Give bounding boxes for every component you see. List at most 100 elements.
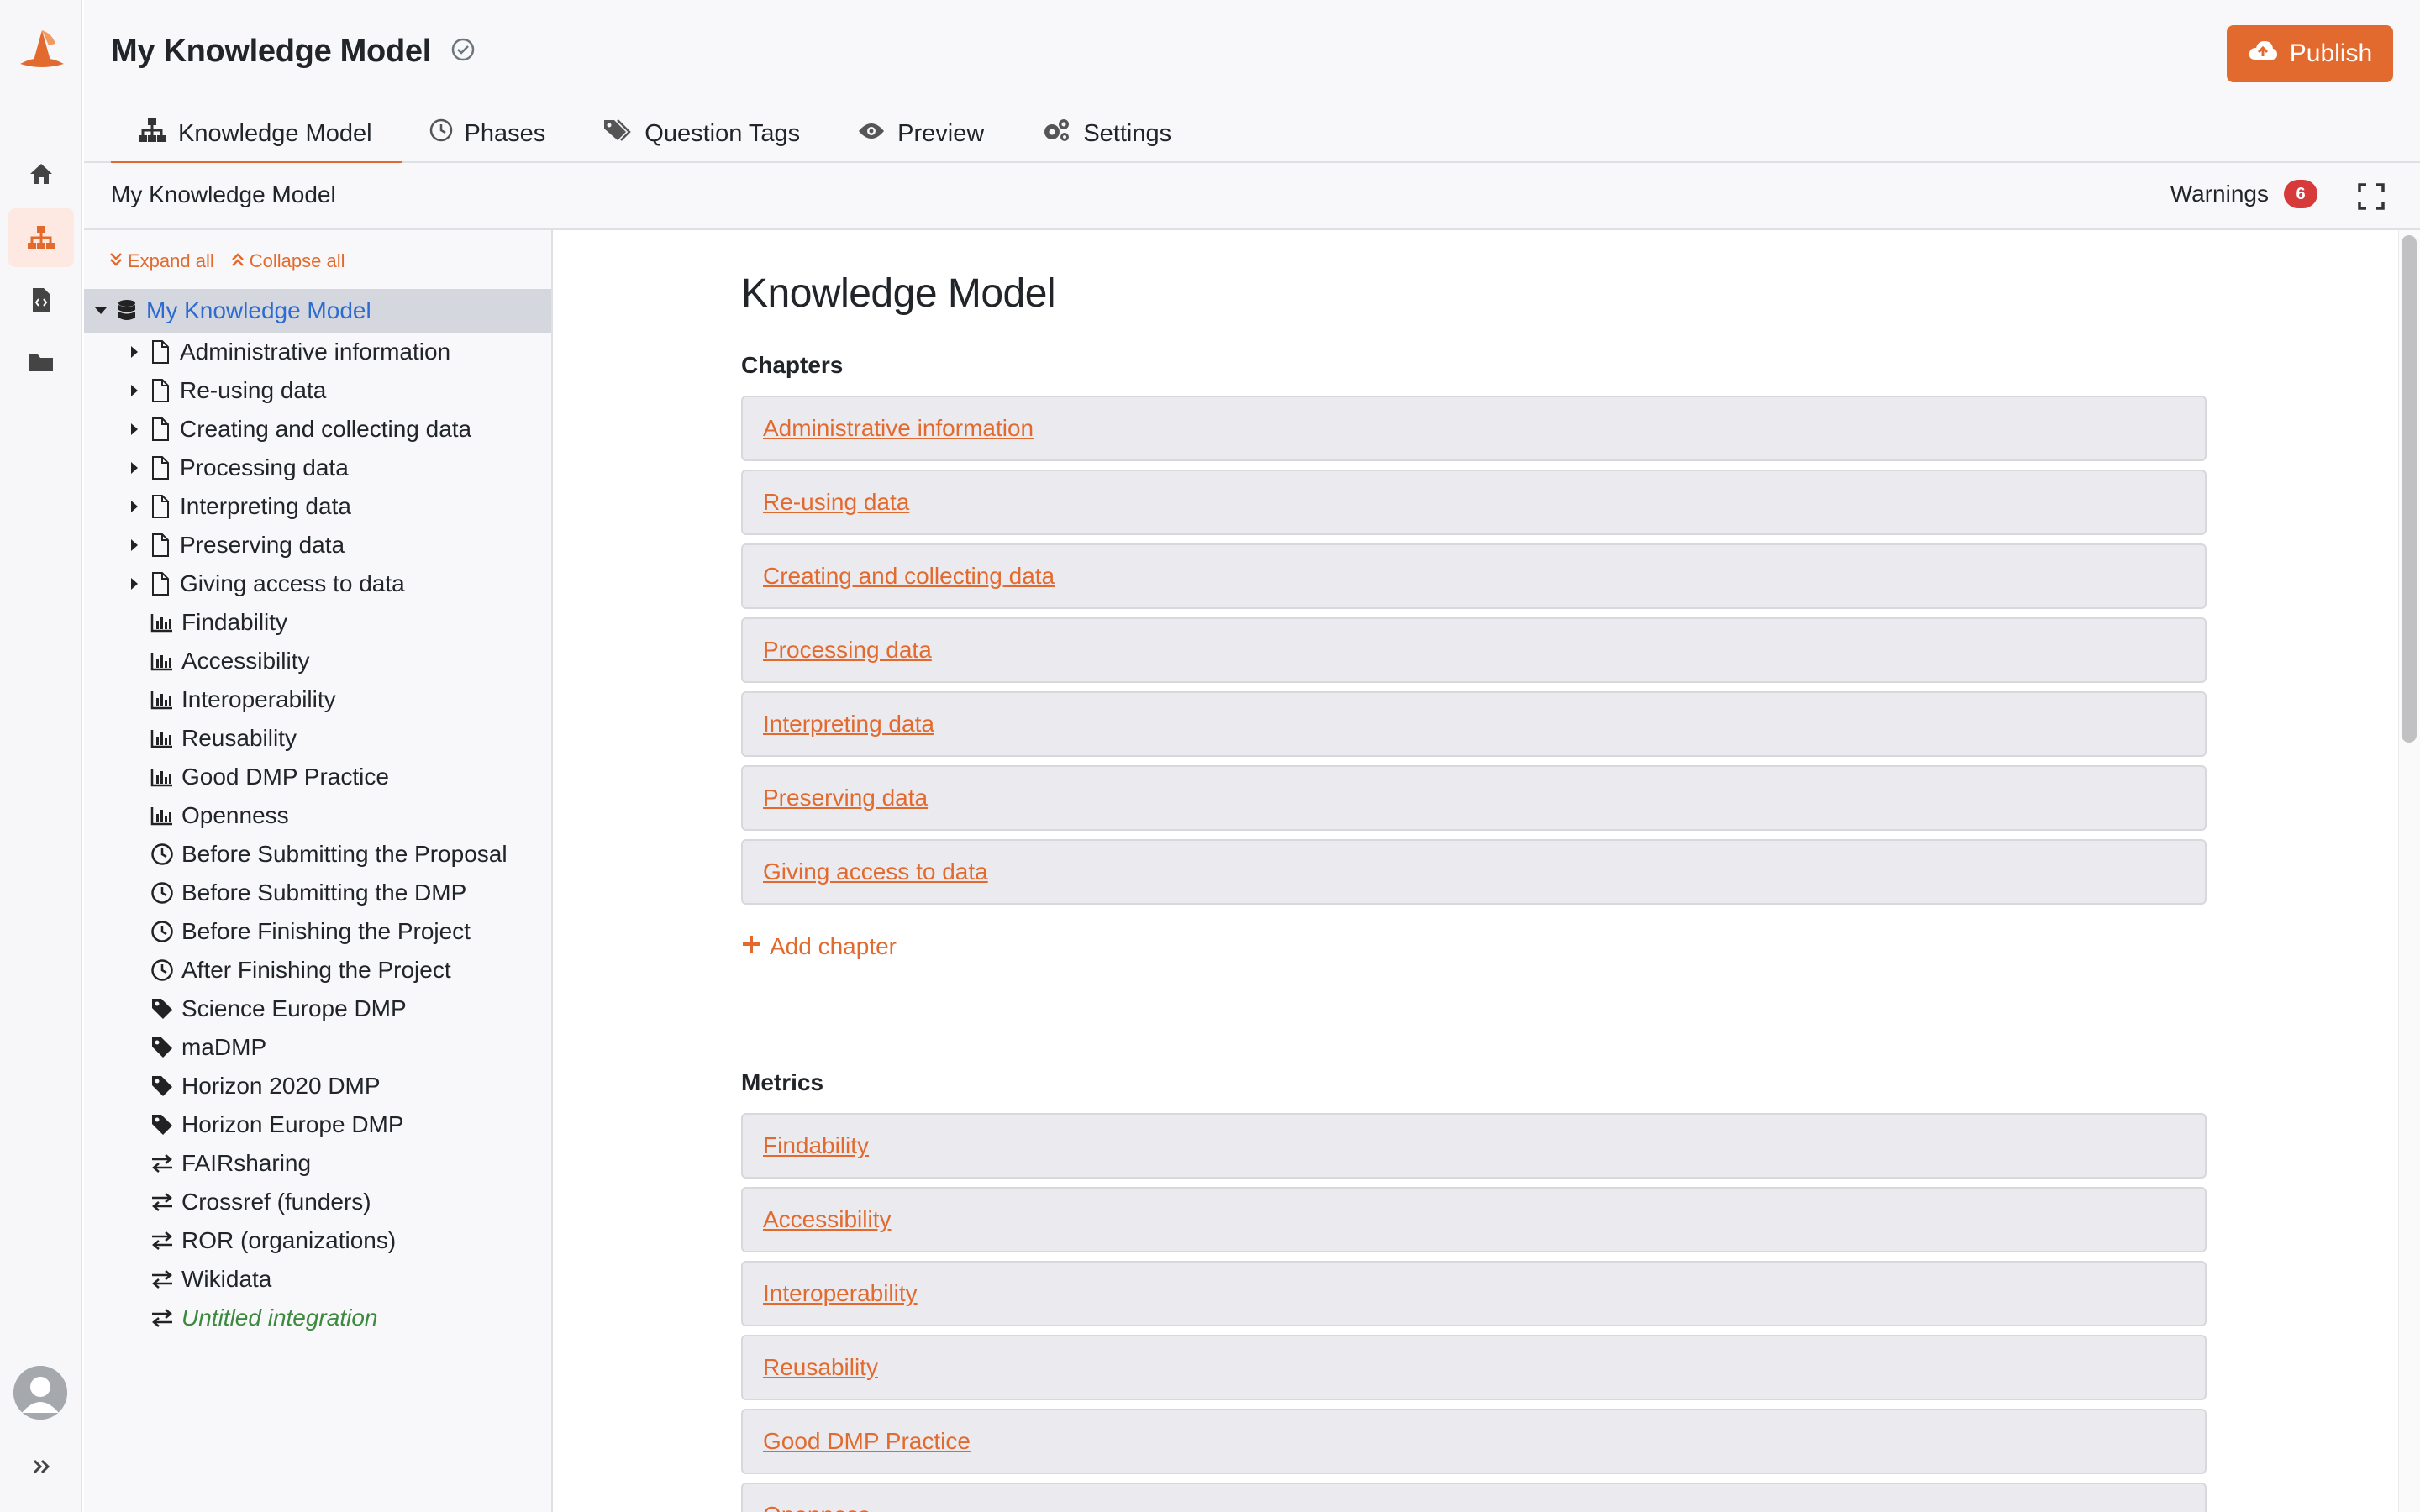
chart-icon [150, 726, 175, 751]
chapter-card: Preserving data [741, 765, 2207, 831]
caret-right-icon[interactable] [126, 537, 143, 554]
scrollbar-track[interactable] [2398, 230, 2420, 1512]
exchange-icon [150, 1151, 175, 1176]
tree-item-label: Processing data [180, 454, 349, 480]
tree-item-label: After Finishing the Project [182, 957, 451, 983]
tab-phases[interactable]: Phases [402, 104, 576, 163]
metric-link[interactable]: Good DMP Practice [763, 1428, 971, 1455]
tree-item[interactable]: Science Europe DMP [84, 990, 551, 1028]
chapters-title: Chapters [741, 352, 844, 378]
metric-link[interactable]: Findability [763, 1132, 869, 1159]
chapter-link[interactable]: Administrative information [763, 415, 1034, 442]
tree-item-label: ROR (organizations) [182, 1227, 397, 1253]
caret-right-icon[interactable] [126, 459, 143, 476]
breadcrumb[interactable]: My Knowledge Model [111, 181, 336, 208]
tree-item[interactable]: Accessibility [84, 642, 551, 680]
sitemap-icon[interactable] [8, 208, 74, 267]
metric-card: Reusability [741, 1335, 2207, 1400]
tree-item-label: Untitled integration [182, 1305, 378, 1331]
wizard-hat-logo[interactable] [17, 27, 67, 74]
file-icon [148, 339, 173, 365]
document-code-icon[interactable] [8, 270, 74, 329]
clock-icon [150, 842, 175, 867]
tree-item[interactable]: Horizon Europe DMP [84, 1105, 551, 1144]
chapter-link[interactable]: Preserving data [763, 785, 928, 811]
tree-item[interactable]: Before Submitting the DMP [84, 874, 551, 912]
app-rail [0, 0, 82, 1512]
tree-item[interactable]: Good DMP Practice [84, 758, 551, 796]
tree-item[interactable]: Interpreting data [84, 487, 551, 526]
tree-item[interactable]: Creating and collecting data [84, 410, 551, 449]
chapter-link[interactable]: Interpreting data [763, 711, 934, 738]
metric-link[interactable]: Reusability [763, 1354, 878, 1381]
tree-item-label: Re-using data [180, 377, 327, 403]
fullscreen-icon[interactable] [2356, 181, 2386, 212]
warnings-button[interactable]: Warnings 6 [2170, 180, 2317, 208]
chapter-link[interactable]: Re-using data [763, 489, 909, 516]
tag-icon [150, 1074, 175, 1099]
metric-link[interactable]: Interoperability [763, 1280, 918, 1307]
check-circle-icon [451, 38, 475, 66]
tab-question-tags[interactable]: Question Tags [576, 104, 830, 163]
scrollbar-thumb[interactable] [2402, 235, 2417, 743]
avatar[interactable] [13, 1366, 67, 1420]
chapter-card: Processing data [741, 617, 2207, 683]
tree-item-label: Horizon 2020 DMP [182, 1073, 381, 1099]
metrics-list: Findability Accessibility Interoperability… [741, 1113, 2207, 1512]
tree-item-label: Before Submitting the Proposal [182, 841, 508, 867]
tree-item[interactable]: Giving access to data [84, 564, 551, 603]
tree-item[interactable]: Openness [84, 796, 551, 835]
tree-item[interactable]: Before Submitting the Proposal [84, 835, 551, 874]
tree-item[interactable]: Re-using data [84, 371, 551, 410]
tree-item[interactable]: Processing data [84, 449, 551, 487]
expand-all-label: Expand all [128, 250, 214, 271]
caret-down-icon[interactable] [92, 302, 109, 319]
chart-icon [150, 764, 175, 790]
add-chapter-button[interactable]: Add chapter [741, 933, 2207, 960]
metric-link[interactable]: Openness [763, 1502, 871, 1512]
folder-icon[interactable] [8, 333, 74, 391]
caret-right-icon[interactable] [126, 498, 143, 515]
tree-item[interactable]: maDMP [84, 1028, 551, 1067]
chapter-link[interactable]: Processing data [763, 637, 932, 664]
tree-item[interactable]: FAIRsharing [84, 1144, 551, 1183]
chapter-link[interactable]: Giving access to data [763, 858, 988, 885]
metric-card: Accessibility [741, 1187, 2207, 1252]
file-icon [148, 455, 173, 480]
tree-item[interactable]: Findability [84, 603, 551, 642]
tree-item[interactable]: Before Finishing the Project [84, 912, 551, 951]
exchange-icon [150, 1267, 175, 1292]
caret-right-icon[interactable] [126, 344, 143, 360]
caret-right-icon[interactable] [126, 421, 143, 438]
metric-link[interactable]: Accessibility [763, 1206, 891, 1233]
caret-right-icon[interactable] [126, 382, 143, 399]
tree-item[interactable]: Reusability [84, 719, 551, 758]
tree-item-label: FAIRsharing [182, 1150, 312, 1176]
tree-item[interactable]: Untitled integration [84, 1299, 551, 1337]
chapter-card: Interpreting data [741, 691, 2207, 757]
tree-root-item[interactable]: My Knowledge Model [84, 289, 551, 333]
collapse-all-button[interactable]: Collapse all [231, 250, 345, 272]
expand-rail-icon[interactable] [25, 1450, 59, 1483]
expand-all-button[interactable]: Expand all [109, 250, 214, 272]
publish-button[interactable]: Publish [2227, 25, 2393, 82]
tree-item[interactable]: ROR (organizations) [84, 1221, 551, 1260]
tab-settings[interactable]: Settings [1014, 104, 1202, 163]
tab-knowledge-model[interactable]: Knowledge Model [111, 104, 402, 165]
tree-item[interactable]: Preserving data [84, 526, 551, 564]
tree-item[interactable]: After Finishing the Project [84, 951, 551, 990]
chapter-link[interactable]: Creating and collecting data [763, 563, 1055, 590]
file-icon [148, 571, 173, 596]
tree-item[interactable]: Wikidata [84, 1260, 551, 1299]
caret-right-icon[interactable] [126, 575, 143, 592]
chart-icon [150, 687, 175, 712]
tree-item[interactable]: Horizon 2020 DMP [84, 1067, 551, 1105]
tab-label: Preview [897, 119, 985, 147]
tab-preview[interactable]: Preview [830, 104, 1014, 163]
chapters-list: Administrative information Re-using data C… [741, 396, 2207, 905]
tree-item[interactable]: Administrative information [84, 333, 551, 371]
home-icon[interactable] [8, 144, 74, 203]
tree-item[interactable]: Interoperability [84, 680, 551, 719]
chapter-card: Creating and collecting data [741, 543, 2207, 609]
tree-item[interactable]: Crossref (funders) [84, 1183, 551, 1221]
